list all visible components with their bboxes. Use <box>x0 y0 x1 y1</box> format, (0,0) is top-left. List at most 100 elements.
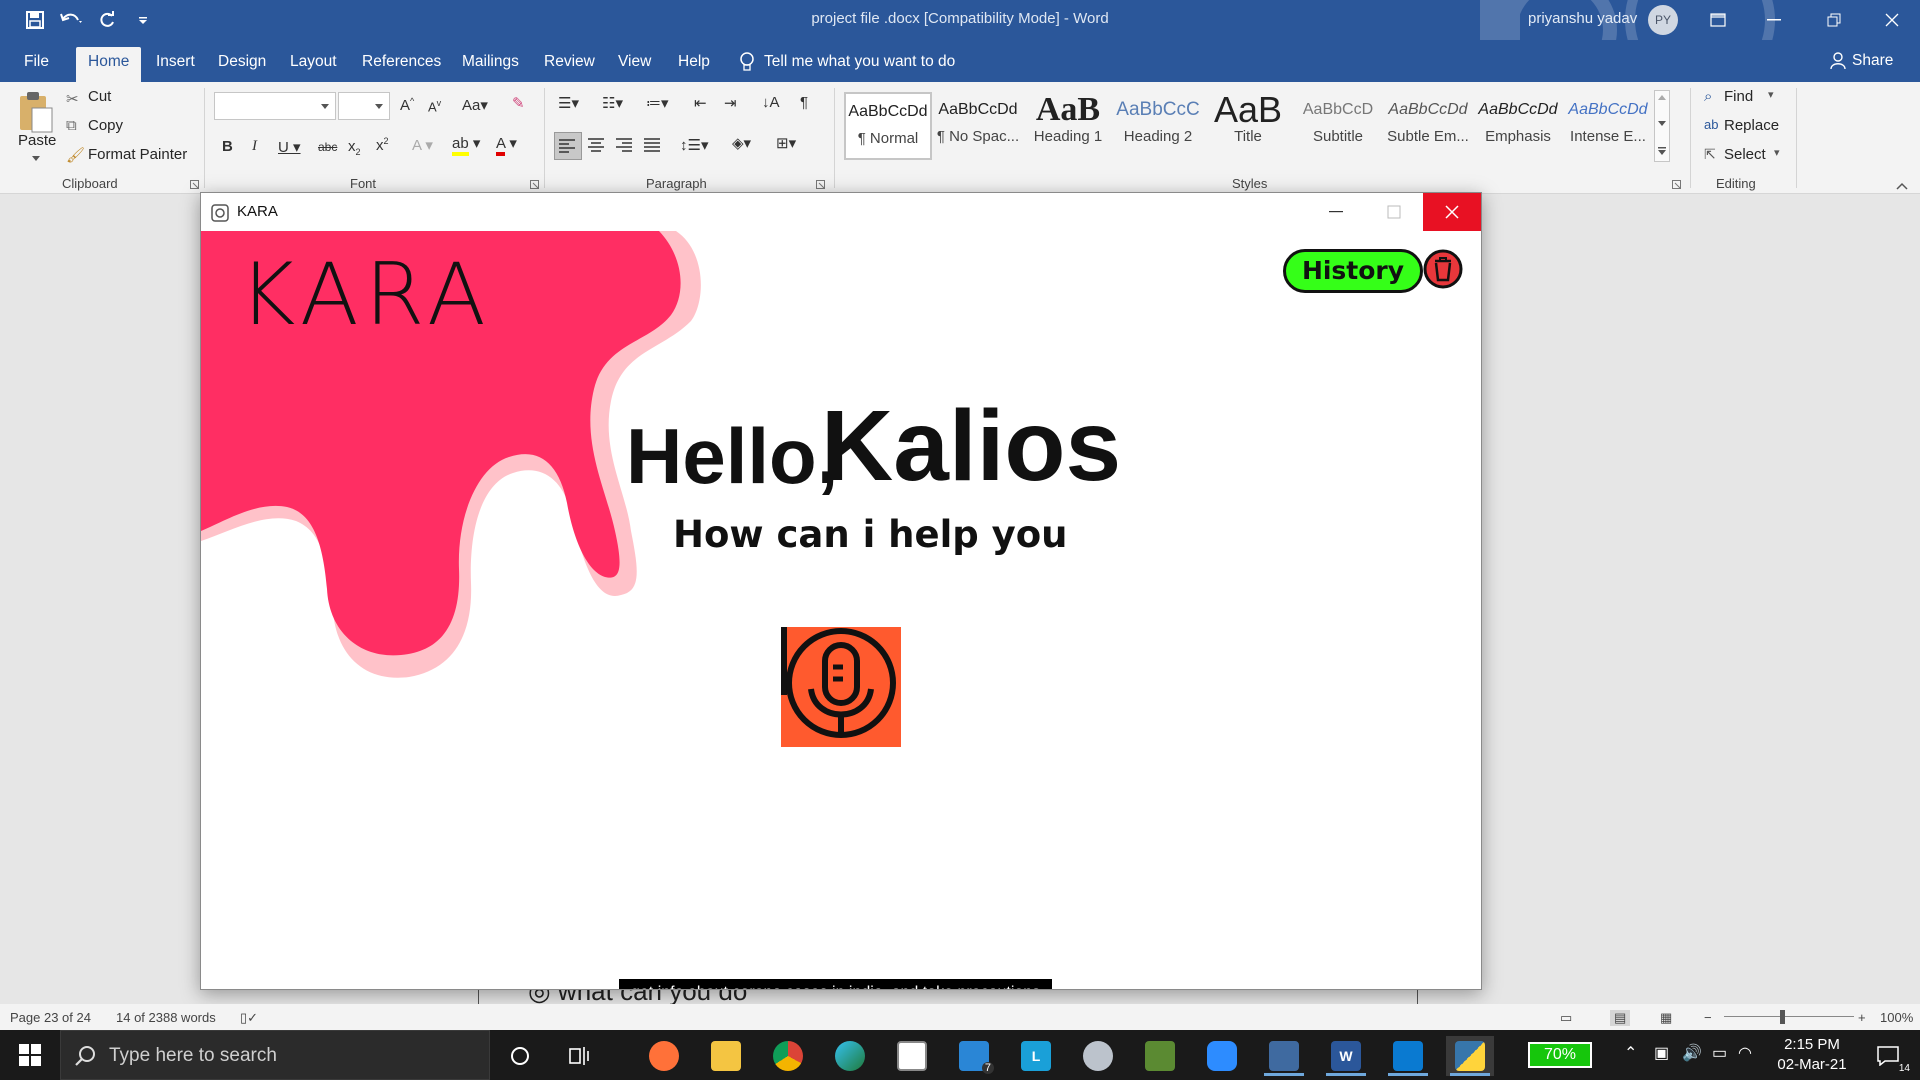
taskbar-vscode[interactable] <box>1384 1036 1432 1076</box>
bullets-icon[interactable]: ☰▾ <box>558 94 579 112</box>
start-button[interactable] <box>0 1030 60 1080</box>
tab-design[interactable]: Design <box>206 47 278 82</box>
shading-icon[interactable]: ◈▾ <box>732 134 751 152</box>
avatar[interactable]: PY <box>1648 5 1678 35</box>
tab-insert[interactable]: Insert <box>144 47 207 82</box>
history-button[interactable]: History <box>1283 249 1423 293</box>
tab-help[interactable]: Help <box>666 47 722 82</box>
minimize-icon[interactable] <box>1307 193 1365 231</box>
taskbar-store[interactable] <box>888 1036 936 1076</box>
taskbar-file-explorer[interactable] <box>702 1036 750 1076</box>
align-right-icon[interactable] <box>616 138 634 152</box>
dialog-launcher-icon[interactable] <box>816 180 825 189</box>
minimize-icon[interactable] <box>1746 0 1802 40</box>
show-formatting-icon[interactable]: ¶ <box>800 94 808 111</box>
restore-icon[interactable] <box>1806 0 1862 40</box>
tab-file[interactable]: File <box>12 47 61 82</box>
styles-scrollbar[interactable] <box>1654 90 1670 162</box>
text-effects-icon[interactable]: A ▾ <box>412 136 433 154</box>
change-case-icon[interactable]: Aa▾ <box>462 96 488 114</box>
taskbar-python[interactable] <box>1446 1036 1494 1076</box>
sort-icon[interactable]: ↓A <box>762 94 780 111</box>
style-normal[interactable]: AaBbCcDd ¶ Normal <box>844 92 932 160</box>
subscript-icon[interactable]: x2 <box>348 138 361 157</box>
style-subtle-emphasis[interactable]: AaBbCcDd Subtle Em... <box>1384 92 1472 160</box>
taskbar-search[interactable]: Type here to search <box>60 1030 490 1080</box>
tab-layout[interactable]: Layout <box>278 47 349 82</box>
justify-icon[interactable] <box>644 138 662 152</box>
highlight-icon[interactable]: ab ▾ <box>452 134 480 156</box>
bold-icon[interactable]: B <box>222 138 233 155</box>
style-emphasis[interactable]: AaBbCcDd Emphasis <box>1474 92 1562 160</box>
tab-home[interactable]: Home <box>76 47 142 82</box>
borders-icon[interactable]: ⊞▾ <box>776 134 796 152</box>
font-color-icon[interactable]: A ▾ <box>496 134 517 156</box>
tab-references[interactable]: References <box>350 47 453 82</box>
chevron-down-icon[interactable] <box>32 156 40 162</box>
notifications-button[interactable]: 14 <box>1864 1036 1912 1076</box>
battery-indicator[interactable]: 70% <box>1528 1042 1592 1068</box>
dialog-launcher-icon[interactable] <box>190 180 199 189</box>
zoom-slider[interactable] <box>1724 1016 1854 1017</box>
style-heading-2[interactable]: AaBbCcC Heading 2 <box>1114 92 1202 160</box>
taskbar-mail[interactable]: 7 <box>950 1036 998 1076</box>
taskbar-minecraft[interactable] <box>1136 1036 1184 1076</box>
style-no-spacing[interactable]: AaBbCcDd ¶ No Spac... <box>934 92 1022 160</box>
font-size-dropdown[interactable] <box>338 92 390 120</box>
close-button[interactable] <box>1423 193 1481 231</box>
volume-icon[interactable]: 🔊 <box>1682 1043 1702 1063</box>
multilevel-list-icon[interactable]: ≔▾ <box>646 94 669 112</box>
style-heading-1[interactable]: AaB Heading 1 <box>1024 92 1112 160</box>
user-name[interactable]: priyanshu yadav <box>1528 10 1637 27</box>
style-title[interactable]: AaB Title <box>1204 92 1292 160</box>
print-layout-icon[interactable]: ▤ <box>1610 1010 1631 1026</box>
increase-indent-icon[interactable]: ⇥ <box>724 94 737 112</box>
taskbar-app-l[interactable]: L <box>1012 1036 1060 1076</box>
delete-history-button[interactable] <box>1423 249 1463 289</box>
taskbar-zoom[interactable] <box>1198 1036 1246 1076</box>
strikethrough-icon[interactable]: abc <box>318 140 337 154</box>
zoom-level[interactable]: 100% <box>1880 1010 1913 1025</box>
page-count[interactable]: Page 23 of 24 <box>10 1010 91 1025</box>
tell-me-search[interactable]: Tell me what you want to do <box>740 52 955 72</box>
close-icon[interactable] <box>1864 0 1920 40</box>
shrink-font-icon[interactable]: Av <box>428 98 441 114</box>
taskbar-word[interactable]: W <box>1322 1036 1370 1076</box>
wifi-icon[interactable]: ◠ <box>1738 1043 1752 1063</box>
taskbar-sql[interactable] <box>1260 1036 1308 1076</box>
style-subtitle[interactable]: AaBbCcD Subtitle <box>1294 92 1382 160</box>
chevron-up-icon[interactable]: ⌃ <box>1624 1043 1637 1063</box>
numbering-icon[interactable]: ☷▾ <box>602 94 623 112</box>
battery-icon[interactable]: ▭ <box>1712 1043 1727 1063</box>
word-count[interactable]: 14 of 2388 words <box>116 1010 216 1025</box>
zoom-out-icon[interactable]: − <box>1704 1010 1712 1025</box>
dialog-launcher-icon[interactable] <box>530 180 539 189</box>
zoom-in-icon[interactable]: + <box>1858 1010 1866 1025</box>
superscript-icon[interactable]: x2 <box>376 136 389 154</box>
line-spacing-icon[interactable]: ↕☰▾ <box>680 136 708 154</box>
tab-mailings[interactable]: Mailings <box>450 47 531 82</box>
maximize-icon[interactable] <box>1365 193 1423 231</box>
meet-now-icon[interactable]: ▣ <box>1654 1043 1669 1063</box>
proofing-icon[interactable]: ▯✓ <box>240 1010 258 1026</box>
microphone-button[interactable] <box>781 627 901 747</box>
ribbon-display-options-icon[interactable] <box>1690 0 1746 40</box>
zoom-slider-thumb[interactable] <box>1780 1010 1785 1024</box>
dialog-launcher-icon[interactable] <box>1672 180 1681 189</box>
taskbar-edge[interactable] <box>826 1036 874 1076</box>
align-left-button[interactable] <box>554 132 582 160</box>
clear-formatting-icon[interactable]: ✎ <box>512 94 525 112</box>
paste-icon[interactable] <box>18 90 54 134</box>
font-name-dropdown[interactable] <box>214 92 336 120</box>
web-layout-icon[interactable]: ▦ <box>1660 1010 1672 1026</box>
taskbar-app-disc[interactable] <box>1074 1036 1122 1076</box>
underline-icon[interactable]: U ▾ <box>278 138 301 156</box>
taskbar-chrome[interactable] <box>764 1036 812 1076</box>
tab-review[interactable]: Review <box>532 47 607 82</box>
cortana-button[interactable] <box>496 1036 544 1076</box>
italic-icon[interactable]: I <box>252 138 257 155</box>
paste-button[interactable]: Paste <box>18 132 56 149</box>
taskbar-firefox[interactable] <box>640 1036 688 1076</box>
style-intense-emphasis[interactable]: AaBbCcDd Intense E... <box>1564 92 1652 160</box>
tab-view[interactable]: View <box>606 47 663 82</box>
